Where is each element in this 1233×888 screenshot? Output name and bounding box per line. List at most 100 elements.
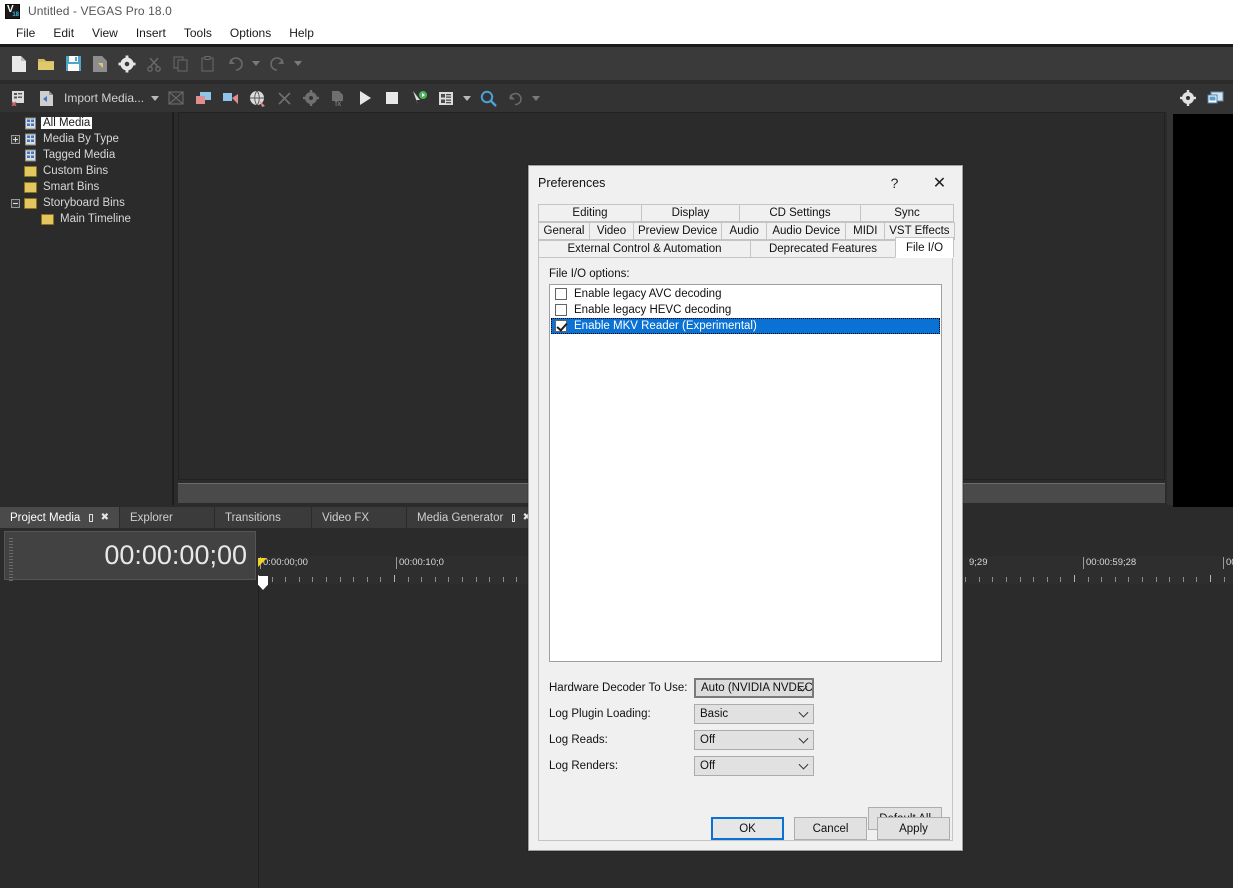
- tab-audio[interactable]: Audio: [721, 222, 768, 240]
- refresh-dropdown-icon[interactable]: [529, 85, 543, 111]
- ruler-label: 0:00:00;00: [260, 557, 308, 569]
- redo-dropdown-icon[interactable]: [291, 51, 305, 77]
- refresh-icon[interactable]: [502, 85, 528, 111]
- float-icon[interactable]: [89, 513, 93, 522]
- project-properties-icon[interactable]: [114, 51, 140, 77]
- render-as-icon[interactable]: [87, 51, 113, 77]
- ruler-tick: [1182, 577, 1184, 582]
- tree-expander-plus-icon[interactable]: [11, 134, 20, 144]
- get-photo-icon[interactable]: [190, 85, 216, 111]
- tab-video[interactable]: Video: [589, 222, 634, 240]
- loop-region-marker-icon[interactable]: [258, 558, 267, 567]
- option-row-mkv-reader[interactable]: Enable MKV Reader (Experimental): [551, 318, 940, 334]
- play-icon[interactable]: [352, 85, 378, 111]
- menu-item-insert[interactable]: Insert: [127, 24, 175, 42]
- redo-icon[interactable]: [264, 51, 290, 77]
- tab-display[interactable]: Display: [641, 204, 740, 222]
- tree-item-storyboard-bins[interactable]: Storyboard Bins: [0, 195, 172, 211]
- undo-icon[interactable]: [222, 51, 248, 77]
- dock-tab-media-generator[interactable]: Media Generator ✖: [407, 507, 542, 528]
- tree-item-main-timeline[interactable]: Main Timeline: [0, 211, 172, 227]
- ok-button[interactable]: OK: [711, 817, 784, 840]
- tab-general[interactable]: General: [538, 222, 590, 240]
- tree-item-custom-bins[interactable]: Custom Bins: [0, 163, 172, 179]
- cut-icon[interactable]: [141, 51, 167, 77]
- tree-item-media-by-type[interactable]: Media By Type: [0, 131, 172, 147]
- paste-icon[interactable]: [195, 51, 221, 77]
- remove-icon[interactable]: [271, 85, 297, 111]
- file-io-options-list[interactable]: Enable legacy AVC decoding Enable legacy…: [549, 284, 942, 662]
- form-row-log-plugin-loading: Log Plugin Loading: Basic: [549, 704, 942, 724]
- capture-video-icon[interactable]: [163, 85, 189, 111]
- checkbox-mkv-reader[interactable]: [555, 320, 567, 332]
- hardware-decoder-select[interactable]: Auto (NVIDIA NVDEC: [694, 678, 814, 698]
- tree-item-all-media[interactable]: All Media: [0, 115, 172, 131]
- import-media-icon[interactable]: [33, 85, 59, 111]
- views-dropdown-icon[interactable]: [460, 85, 474, 111]
- menu-item-view[interactable]: View: [83, 24, 127, 42]
- dock-tab-video-fx[interactable]: Video FX: [312, 507, 407, 528]
- ruler-tick: [1087, 577, 1089, 582]
- tab-sync[interactable]: Sync: [860, 204, 954, 222]
- checkbox-legacy-hevc[interactable]: [555, 304, 567, 316]
- timecode-display[interactable]: 00:00:00;00: [4, 531, 256, 582]
- preview-properties-icon[interactable]: [1175, 85, 1201, 111]
- stop-icon[interactable]: [379, 85, 405, 111]
- project-media-icon[interactable]: [6, 85, 32, 111]
- log-renders-select[interactable]: Off: [694, 756, 814, 776]
- tab-preview-device[interactable]: Preview Device: [633, 222, 723, 240]
- external-monitor-icon[interactable]: [1202, 85, 1228, 111]
- tab-external-control-automation[interactable]: External Control & Automation: [538, 240, 751, 258]
- copy-icon[interactable]: [168, 51, 194, 77]
- timecode-grip[interactable]: [9, 538, 13, 582]
- tab-cd-settings[interactable]: CD Settings: [739, 204, 861, 222]
- tab-midi[interactable]: MIDI: [845, 222, 886, 240]
- track-header-area[interactable]: [0, 583, 258, 888]
- media-fx-icon[interactable]: fx: [325, 85, 351, 111]
- views-icon[interactable]: [433, 85, 459, 111]
- apply-button[interactable]: Apply: [877, 817, 950, 840]
- tab-editing[interactable]: Editing: [538, 204, 642, 222]
- tab-file-io[interactable]: File I/O: [895, 237, 954, 258]
- import-media-dropdown-icon[interactable]: [148, 85, 162, 111]
- log-plugin-loading-select[interactable]: Basic: [694, 704, 814, 724]
- close-icon[interactable]: ✖: [101, 512, 109, 523]
- tab-audio-device[interactable]: Audio Device: [766, 222, 847, 240]
- menu-bar: File Edit View Insert Tools Options Help: [0, 22, 1233, 44]
- get-media-online-icon[interactable]: [244, 85, 270, 111]
- tab-deprecated-features[interactable]: Deprecated Features: [750, 240, 896, 258]
- log-reads-select[interactable]: Off: [694, 730, 814, 750]
- media-properties-icon[interactable]: [298, 85, 324, 111]
- menu-item-tools[interactable]: Tools: [175, 24, 221, 42]
- import-media-label[interactable]: Import Media...: [64, 91, 144, 105]
- extract-audio-icon[interactable]: [217, 85, 243, 111]
- tree-item-tagged-media[interactable]: Tagged Media: [0, 147, 172, 163]
- dock-tab-explorer[interactable]: Explorer: [120, 507, 215, 528]
- help-icon[interactable]: ?: [872, 167, 917, 198]
- tree-expander-minus-icon[interactable]: [11, 198, 20, 208]
- ruler-tick: [298, 577, 300, 582]
- svg-text:fx: fx: [335, 99, 341, 107]
- open-project-icon[interactable]: [33, 51, 59, 77]
- tree-item-smart-bins[interactable]: Smart Bins: [0, 179, 172, 195]
- dock-tab-transitions[interactable]: Transitions: [215, 507, 312, 528]
- undo-dropdown-icon[interactable]: [249, 51, 263, 77]
- menu-item-edit[interactable]: Edit: [44, 24, 83, 42]
- video-preview-canvas[interactable]: [1173, 114, 1233, 549]
- search-media-icon[interactable]: [475, 85, 501, 111]
- dock-tab-project-media[interactable]: Project Media ✖: [0, 507, 120, 528]
- checkbox-legacy-avc[interactable]: [555, 288, 567, 300]
- option-row-legacy-avc[interactable]: Enable legacy AVC decoding: [551, 286, 940, 302]
- auto-preview-icon[interactable]: [406, 85, 432, 111]
- save-project-icon[interactable]: [60, 51, 86, 77]
- menu-item-options[interactable]: Options: [221, 24, 280, 42]
- ruler-label: 00:00:10;0: [396, 557, 444, 569]
- new-project-icon[interactable]: [6, 51, 32, 77]
- project-media-tree[interactable]: All Media Media By Type Tagged Media Cus…: [0, 112, 172, 505]
- float-icon[interactable]: [512, 513, 515, 522]
- menu-item-help[interactable]: Help: [280, 24, 323, 42]
- option-row-legacy-hevc[interactable]: Enable legacy HEVC decoding: [551, 302, 940, 318]
- close-icon[interactable]: ✕: [917, 167, 962, 198]
- cancel-button[interactable]: Cancel: [794, 817, 867, 840]
- menu-item-file[interactable]: File: [7, 24, 44, 42]
